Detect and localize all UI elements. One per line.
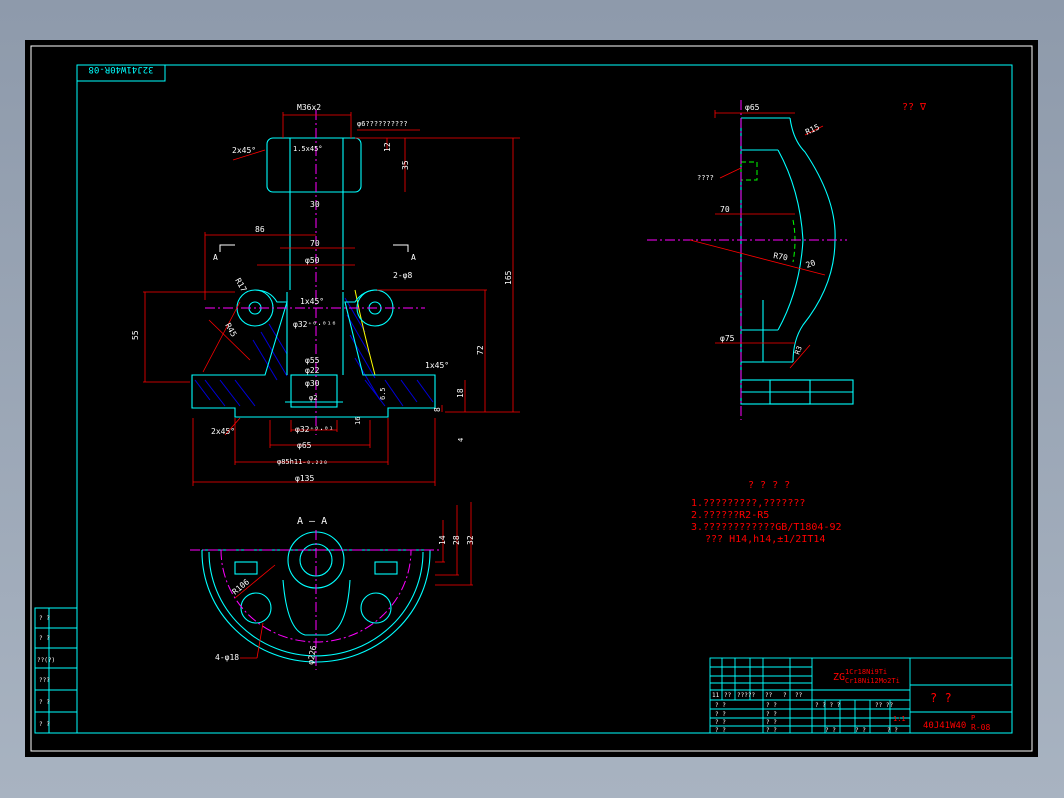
dim-chamfer-bore: 1x45° (300, 297, 324, 306)
dim-h16: 16 (354, 417, 362, 425)
cad-viewport[interactable]: 32J41W40R-08 ? ? ? ? ??(?) ??? ? ? ? ? M… (25, 40, 1038, 757)
notes-line2: 2.??????R2-R5 (691, 510, 769, 521)
dim-d2: φ2 (309, 394, 317, 402)
tb-right-cell: ? ? (825, 727, 836, 734)
side-label: ???? (697, 174, 714, 182)
tb-drawing-no: 40J41W40 (923, 721, 966, 731)
dim-w86: 86 (255, 225, 265, 234)
tb-mid-cell: ? ? (766, 727, 777, 734)
dim-h4: 4 (457, 438, 465, 442)
left-strip-cell: ??? (39, 677, 50, 684)
section-hatch (194, 297, 434, 407)
tb-material-sub2: Cr18Ni12Mo2Ti (845, 677, 900, 685)
section-marker-a-right: A (411, 253, 416, 262)
tb-drawing-no-suffix-top: P (971, 714, 975, 722)
dim-d32: φ32⁺⁰·⁰¹⁶ (293, 320, 336, 329)
dim-s-h28: 28 (452, 535, 461, 545)
dim-r17: R17 (233, 277, 248, 294)
dim-d85: φ85h11₋₀.₂₂₀ (277, 458, 328, 466)
dim-side-h70: 70 (720, 205, 730, 214)
dim-s-h14: 14 (438, 535, 447, 545)
dim-h55: 55 (131, 330, 140, 340)
left-strip-cell: ? ? (39, 635, 50, 642)
notes-line3: 3.????????????GB/T1804-92 (691, 522, 842, 533)
dim-side-d75: φ75 (720, 334, 735, 343)
dim-chamfer-inner: 1.5x45° (293, 145, 323, 153)
tb-mid-cell: ? ? (766, 702, 777, 709)
section-marker-a-left: A (213, 253, 218, 262)
tb-left-cell: ? ? (715, 719, 726, 726)
title-strip-text: 32J41W40R-08 (88, 64, 153, 74)
dim-d50: φ50 (305, 256, 320, 265)
notes-line1: 1.?????????,??????? (691, 498, 805, 509)
dim-w30: 30 (310, 200, 320, 209)
dim-d65: φ65 (297, 441, 312, 450)
tb-header-cell: 11 (712, 692, 720, 699)
dim-w70: 70 (310, 239, 320, 248)
dim-thread: M36x2 (297, 103, 321, 112)
dim-side-d65: φ65 (745, 103, 760, 112)
tb-right-cell: ? ? ? ? (815, 702, 841, 709)
section-title: A — A (297, 516, 327, 527)
dim-chamfer-left: 2x45° (211, 427, 235, 436)
notes-line4: ??? H14,h14,±1/2IT14 (705, 534, 825, 545)
drawing-canvas: 32J41W40R-08 ? ? ? ? ??(?) ??? ? ? ? ? M… (30, 45, 1033, 752)
tb-header-cell: ????? (737, 692, 755, 699)
dim-side-r15: R15 (804, 122, 821, 136)
notes-heading: ? ? ? ? (748, 480, 790, 491)
dim-h35: 35 (401, 160, 410, 170)
dim-h165: 165 (504, 270, 513, 285)
tb-left-cell: ? ? (715, 702, 726, 709)
dim-note-top: φ6?????????? (357, 120, 408, 128)
dim-h72: 72 (476, 345, 485, 355)
dim-side-w20: 20 (805, 258, 817, 270)
left-strip (34, 607, 78, 734)
tb-scale: 1:1 (893, 715, 906, 723)
dim-chamfer-top: 2x45° (232, 146, 256, 155)
tb-header-cell: ?? (765, 692, 773, 699)
dim-d55: φ55 (305, 356, 320, 365)
tb-right-cell: ? ? (887, 727, 898, 734)
front-view: M36x2 φ6?????????? 2x45° 1.5x45° 35 12 3… (131, 103, 520, 486)
dim-d22: φ22 (305, 366, 320, 375)
section-view: A — A 14 28 32 R106 4-φ18 φ226 (190, 502, 475, 670)
roughness-symbol: ?? ∇ (902, 102, 927, 113)
dim-h6-5: 6.5 (379, 387, 387, 400)
drawing-frame (30, 45, 1033, 752)
tb-material: ZG (833, 672, 845, 683)
tb-drawing-no-suffix-bottom: R-08 (971, 723, 990, 732)
tb-left-cell: ? ? (715, 711, 726, 718)
side-view: φ65 R15 ???? 70 R70 20 φ75 R3 (647, 100, 854, 420)
tb-mid-cell: ? ? (766, 719, 777, 726)
dim-h18: 18 (456, 388, 465, 398)
dim-h12: 12 (383, 142, 392, 152)
dim-side-r70: R70 (773, 251, 789, 262)
tb-material-sub1: 1Cr18Ni9Ti (845, 668, 887, 676)
left-strip-cell: ? ? (39, 615, 50, 622)
tb-part-name: ? ? (930, 691, 952, 705)
tb-header-cell: ?? (795, 692, 803, 699)
dim-h8: 8 (433, 407, 442, 412)
left-strip-cell: ? ? (39, 721, 50, 728)
dim-chamfer-right: 1x45° (425, 361, 449, 370)
dim-bottom-d32: φ32⁺⁰·⁰¹ (295, 425, 334, 434)
dim-s-holes: 4-φ18 (215, 653, 239, 662)
tb-left-cell: ? ? (715, 727, 726, 734)
dim-holes: 2-φ8 (393, 271, 412, 280)
tb-header-cell: ?? (724, 692, 732, 699)
tb-mid-cell: ? ? (766, 711, 777, 718)
left-strip-cell: ??(?) (37, 657, 55, 664)
left-strip-cell: ? ? (39, 699, 50, 706)
tb-right-cell: ? ? (855, 727, 866, 734)
tb-header-cell: ? (783, 692, 787, 699)
technical-notes: ? ? ? ? 1.?????????,??????? 2.??????R2-R… (691, 480, 842, 545)
tb-right-cell: ?? ?? (875, 702, 893, 709)
dim-d30: φ30 (305, 379, 320, 388)
dim-d135: φ135 (295, 474, 314, 483)
dim-s-h32: 32 (466, 535, 475, 545)
